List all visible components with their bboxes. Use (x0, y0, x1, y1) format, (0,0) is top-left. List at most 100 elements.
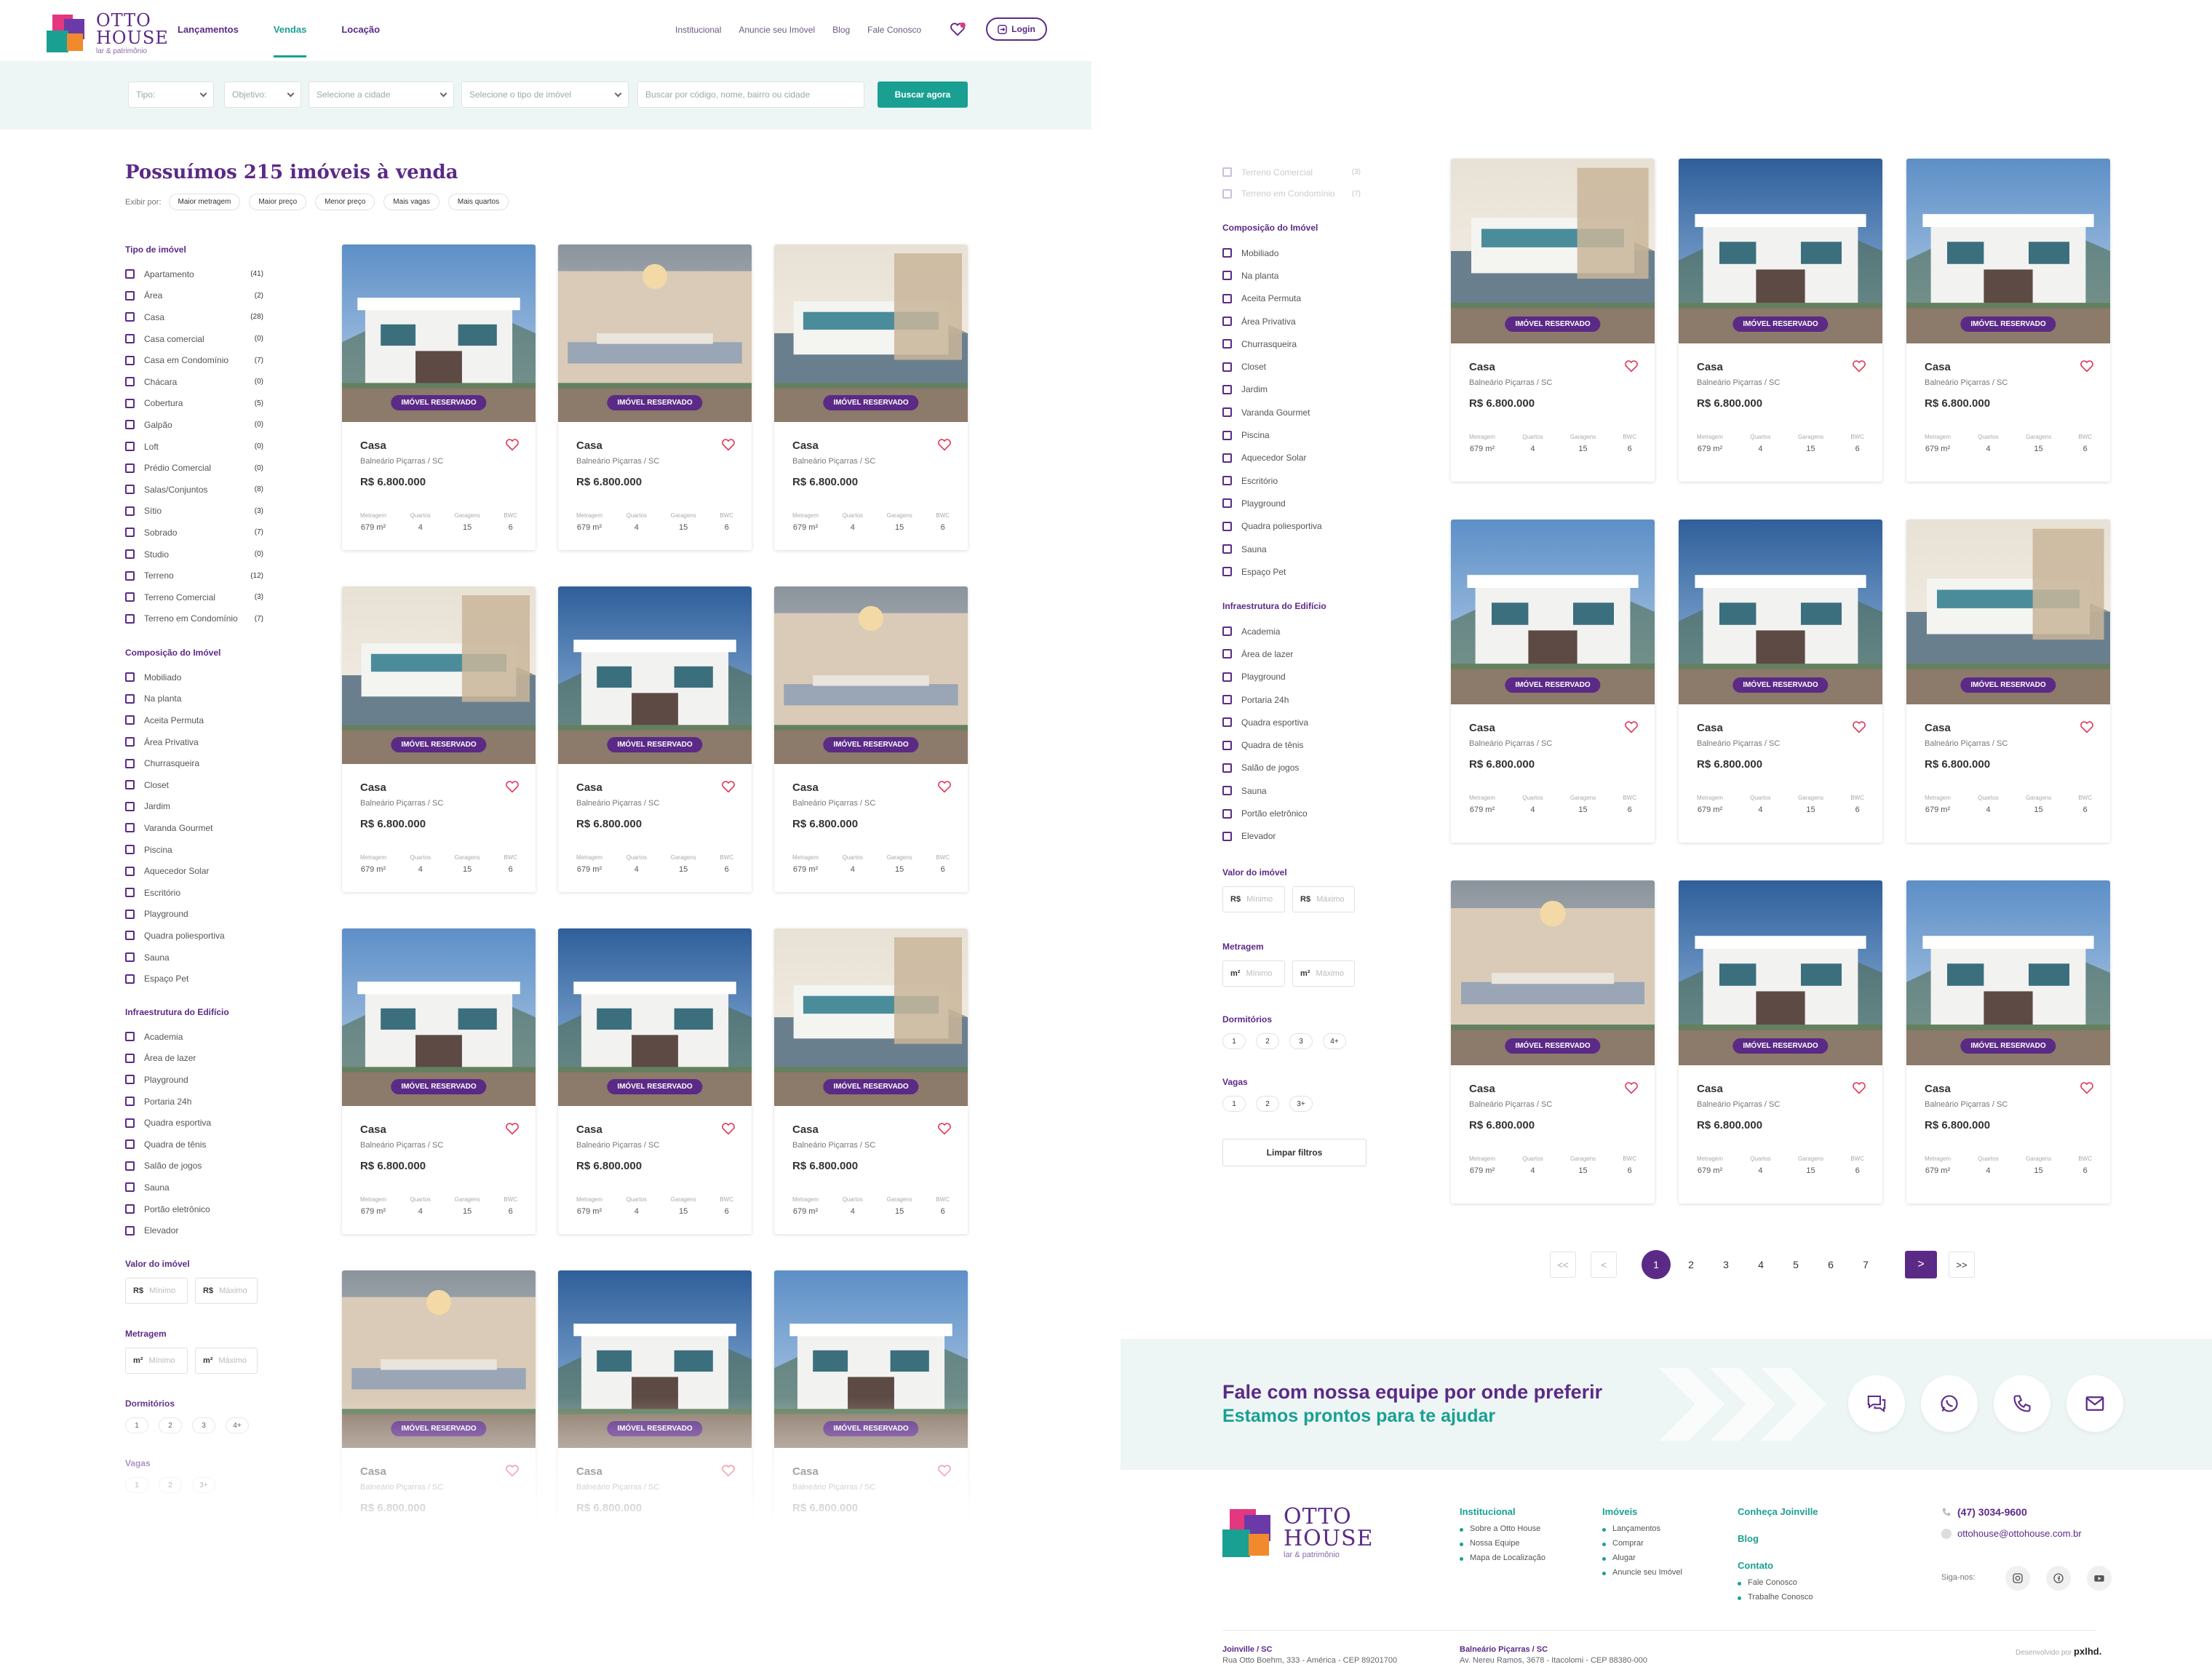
search-button[interactable]: Buscar agora (878, 81, 968, 108)
checkbox[interactable] (125, 823, 135, 833)
filter-option[interactable]: Sauna (125, 1177, 263, 1198)
filter-option[interactable]: Aceita Permuta (125, 709, 263, 731)
checkbox[interactable] (125, 312, 135, 322)
listing-photo[interactable]: IMÓVEL RESERVADO (558, 244, 752, 422)
filter-option[interactable]: Academia (1222, 620, 1361, 642)
search-input[interactable]: Buscar por código, nome, bairro ou cidad… (637, 81, 864, 108)
sort-menor-preco[interactable]: Menor preço (315, 194, 375, 210)
checkbox[interactable] (1222, 339, 1232, 349)
filter-option[interactable]: Aceita Permuta (1222, 287, 1361, 310)
chat-button[interactable] (1848, 1375, 1905, 1432)
filter-option[interactable]: Jardim (1222, 378, 1361, 401)
checkbox[interactable] (125, 1182, 135, 1193)
checkbox[interactable] (125, 355, 135, 365)
favorite-heart-icon[interactable] (505, 780, 520, 793)
filter-option[interactable]: Playground (125, 1069, 263, 1091)
cidade-select[interactable]: Selecione a cidade (309, 81, 454, 108)
checkbox[interactable] (1222, 498, 1232, 509)
page-1[interactable]: 1 (1642, 1250, 1671, 1279)
filter-option[interactable]: Quadra de tênis (1222, 733, 1361, 756)
filter-option[interactable]: Área Privativa (1222, 310, 1361, 333)
favorite-heart-icon[interactable] (1852, 1081, 1866, 1094)
listing-photo[interactable]: IMÓVEL RESERVADO (774, 928, 968, 1106)
favorite-heart-icon[interactable] (721, 438, 736, 451)
favorite-heart-icon[interactable] (1624, 1081, 1639, 1094)
checkbox[interactable] (1222, 544, 1232, 554)
filter-option[interactable]: Salão de jogos (1222, 757, 1361, 779)
checkbox[interactable] (125, 672, 135, 683)
tipo-select[interactable]: Tipo: (128, 81, 214, 108)
listing-photo[interactable]: IMÓVEL RESERVADO (558, 586, 752, 764)
pagination-prev[interactable]: < (1591, 1252, 1617, 1278)
filter-option[interactable]: Churrasqueira (1222, 333, 1361, 355)
checkbox[interactable] (125, 549, 135, 560)
checkbox[interactable] (125, 1204, 135, 1214)
listing-photo[interactable]: IMÓVEL RESERVADO (774, 244, 968, 422)
favorite-heart-icon[interactable] (505, 438, 520, 451)
checkbox[interactable] (125, 866, 135, 876)
metragem-max-input[interactable]: m² Máximo (1292, 960, 1355, 987)
filter-option[interactable]: Na planta (125, 688, 263, 710)
listing-card[interactable]: IMÓVEL RESERVADO Casa Balneário Piçarras /… (774, 928, 968, 1234)
checkbox[interactable] (1222, 649, 1232, 659)
email-button[interactable] (2066, 1375, 2123, 1432)
checkbox[interactable] (125, 1075, 135, 1085)
footer-link[interactable]: Sobre a Otto House (1460, 1524, 1545, 1533)
filter-option[interactable]: Sauna (1222, 538, 1361, 560)
listing-photo[interactable]: IMÓVEL RESERVADO (1679, 159, 1882, 343)
dorm-option-4plus[interactable]: 4+ (1323, 1033, 1346, 1049)
filter-option[interactable]: Quadra esportiva (125, 1112, 263, 1134)
checkbox[interactable] (125, 1032, 135, 1042)
favorite-heart-icon[interactable] (721, 780, 736, 793)
listing-card[interactable]: IMÓVEL RESERVADO Casa Balneário Piçarras /… (1906, 159, 2110, 482)
listing-card[interactable]: IMÓVEL RESERVADO Casa Balneário Piçarras /… (342, 928, 536, 1234)
footer-link[interactable]: Anuncie seu Imóvel (1602, 1568, 1682, 1577)
filter-option[interactable]: Aquecedor Solar (125, 860, 263, 882)
checkbox[interactable] (1222, 672, 1232, 682)
listing-photo[interactable]: IMÓVEL RESERVADO (1451, 159, 1655, 343)
filter-option[interactable]: Terreno (12) (125, 565, 263, 586)
checkbox[interactable] (1222, 626, 1232, 637)
filter-option[interactable]: Piscina (1222, 423, 1361, 446)
checkbox[interactable] (1222, 521, 1232, 531)
checkbox[interactable] (125, 715, 135, 725)
favorite-heart-icon[interactable] (2080, 1081, 2094, 1094)
listing-photo[interactable]: IMÓVEL RESERVADO (342, 586, 536, 764)
filter-option[interactable]: Casa em Condomínio (7) (125, 349, 263, 371)
favorite-heart-icon[interactable] (937, 438, 952, 451)
developer-credit[interactable]: Desenvolvido por pxlhd. (2016, 1646, 2101, 1658)
favorite-heart-icon[interactable] (1852, 359, 1866, 373)
filter-option[interactable]: Portaria 24h (125, 1091, 263, 1113)
metragem-min-input[interactable]: m² Mínimo (125, 1348, 188, 1374)
page-7[interactable]: 7 (1851, 1250, 1880, 1279)
filter-option[interactable]: Na planta (1222, 264, 1361, 287)
filter-option[interactable]: Casa comercial (0) (125, 328, 263, 350)
listing-card[interactable]: IMÓVEL RESERVADO Casa Balneário Piçarras /… (1679, 520, 1882, 843)
filter-terreno-comercial[interactable]: Terreno Comercial (3) (1222, 162, 1361, 183)
filter-option[interactable]: Escritório (1222, 469, 1361, 492)
listing-card[interactable]: IMÓVEL RESERVADO Casa Balneário Piçarras /… (1906, 880, 2110, 1203)
filter-option[interactable]: Closet (125, 774, 263, 796)
filter-option[interactable]: Aquecedor Solar (1222, 447, 1361, 469)
favorite-heart-icon[interactable] (2080, 359, 2094, 373)
sort-mais-quartos[interactable]: Mais quartos (447, 194, 509, 210)
filter-option[interactable]: Portão eletrônico (125, 1198, 263, 1220)
checkbox[interactable] (1222, 188, 1232, 199)
listing-card[interactable]: IMÓVEL RESERVADO Casa Balneário Piçarras /… (342, 586, 536, 892)
filter-option[interactable]: Casa (28) (125, 306, 263, 328)
favorite-heart-icon[interactable] (505, 1122, 520, 1135)
checkbox[interactable] (1222, 271, 1232, 281)
checkbox[interactable] (125, 737, 135, 747)
listing-photo[interactable]: IMÓVEL RESERVADO (774, 586, 968, 764)
clear-filters-button[interactable]: Limpar filtros (1222, 1139, 1366, 1166)
filter-option[interactable]: Piscina (125, 839, 263, 861)
filter-option[interactable]: Closet (1222, 355, 1361, 378)
metragem-min-input[interactable]: m² Mínimo (1222, 960, 1285, 987)
filter-option[interactable]: Quadra de tênis (125, 1134, 263, 1155)
checkbox[interactable] (1222, 831, 1232, 841)
checkbox[interactable] (125, 931, 135, 941)
listing-photo[interactable]: IMÓVEL RESERVADO (1906, 159, 2110, 343)
footer-logo[interactable]: OTTO HOUSE lar & patrimônio (1222, 1506, 1374, 1559)
filter-option[interactable]: Churrasqueira (125, 752, 263, 774)
checkbox[interactable] (125, 290, 135, 301)
